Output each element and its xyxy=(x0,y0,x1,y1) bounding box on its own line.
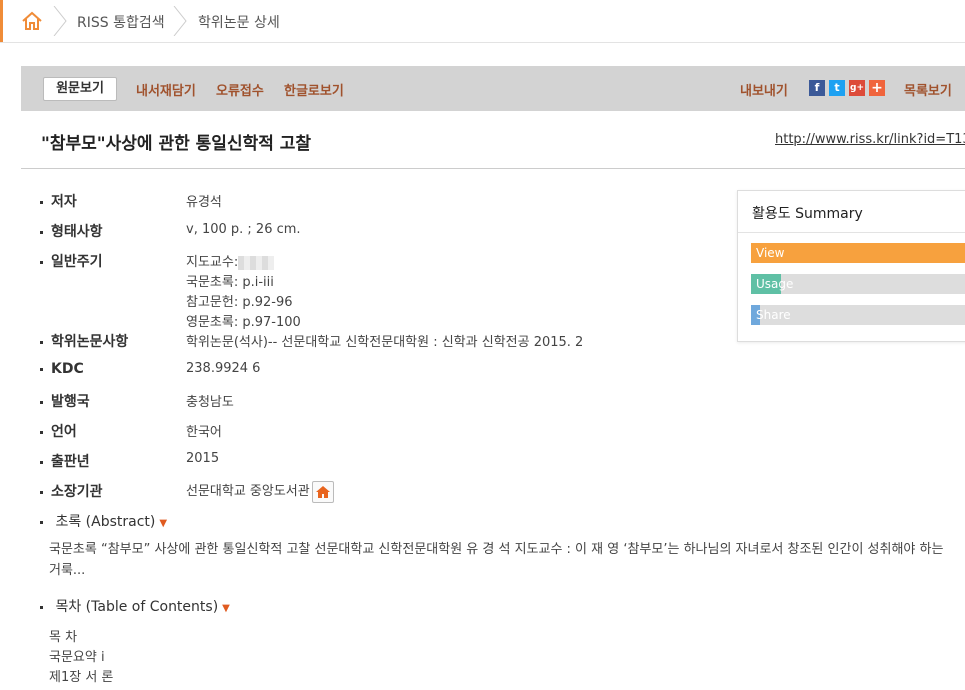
permalink[interactable]: http://www.riss.kr/link?id=T137 xyxy=(775,132,965,147)
holding-home-button[interactable] xyxy=(311,480,334,503)
field-value-format: v, 100 p. ; 26 cm. xyxy=(186,222,301,237)
field-value-language: 한국어 xyxy=(186,425,222,440)
chevron-right-icon xyxy=(173,6,187,36)
field-label-year: 출판년 xyxy=(40,451,90,471)
summary-title: 활용도 Summary xyxy=(752,206,863,222)
report-error-button[interactable]: 오류접수 xyxy=(216,80,264,99)
field-label-kdc: KDC xyxy=(40,361,84,377)
toc-line: 목 차 xyxy=(49,630,78,645)
title-row: "참부모"사상에 관한 통일신학적 고찰 http://www.riss.kr/… xyxy=(21,112,965,169)
divider xyxy=(738,232,965,233)
field-value-author: 유경석 xyxy=(186,195,222,210)
toc-heading-label: 목차 (Table of Contents) xyxy=(55,599,219,615)
caret-down-icon: ▼ xyxy=(222,603,230,614)
note-line: 국문초록: p.i-iii xyxy=(186,275,274,290)
breadcrumb: RISS 통합검색 학위논문 상세 xyxy=(0,0,965,43)
abstract-heading[interactable]: 초록 (Abstract) ▼ xyxy=(40,511,167,531)
field-label-author: 저자 xyxy=(40,191,77,211)
field-value-holding: 선문대학교 중앙도서관 xyxy=(186,480,334,503)
note-line: 영문초록: p.97-100 xyxy=(186,315,301,330)
home-icon xyxy=(22,11,42,30)
field-label-country: 발행국 xyxy=(40,391,90,411)
breadcrumb-item-search[interactable]: RISS 통합검색 xyxy=(77,12,165,32)
share-bar: Share xyxy=(751,305,965,325)
toc-line: 국문요약 i xyxy=(49,650,105,665)
note-line: 지도교수: xyxy=(186,255,239,270)
note-line: 참고문헌: p.92-96 xyxy=(186,295,293,310)
redacted-name xyxy=(238,255,275,270)
field-value-country: 충청남도 xyxy=(186,395,234,410)
view-bar-label: View xyxy=(756,246,785,260)
view-bar: View xyxy=(751,243,965,263)
breadcrumb-item-detail: 학위논문 상세 xyxy=(198,15,280,31)
field-value-note-advisor: 지도교수: xyxy=(186,251,275,270)
export-button[interactable]: 내보내기 xyxy=(740,80,788,99)
field-label-general-note: 일반주기 xyxy=(40,251,103,271)
home-icon xyxy=(315,485,330,498)
home-button[interactable] xyxy=(0,0,59,42)
facebook-icon[interactable]: f xyxy=(809,80,825,96)
field-value-degree: 학위논문(석사)-- 선문대학교 신학전문대학원 : 신학과 신학전공 2015… xyxy=(186,335,584,350)
chevron-right-icon xyxy=(53,6,67,36)
google-plus-icon[interactable]: g+ xyxy=(849,80,865,96)
caret-down-icon: ▼ xyxy=(159,518,168,529)
detail-toolbar: 원문보기 내서재담기 오류접수 한글로보기 내보내기 f t g+ + 목록보기 xyxy=(21,66,965,111)
usage-bar: Usage xyxy=(751,274,965,294)
field-label-holding: 소장기관 xyxy=(40,481,103,501)
save-to-library-button[interactable]: 내서재담기 xyxy=(136,80,196,99)
list-view-button[interactable]: 목록보기 xyxy=(904,80,952,99)
field-label-language: 언어 xyxy=(40,421,77,441)
holding-library: 선문대학교 중앙도서관 xyxy=(186,484,310,499)
field-value-year: 2015 xyxy=(186,451,220,466)
toc-heading[interactable]: 목차 (Table of Contents) ▼ xyxy=(40,596,230,616)
share-bar-label: Share xyxy=(756,308,791,322)
abstract-text: 국문초록 “참부모” 사상에 관한 통일신학적 고찰 선문대학교 신학전문대학원… xyxy=(49,542,944,578)
abstract-heading-label: 초록 (Abstract) xyxy=(55,514,156,530)
toc-line: 제1장 서 론 xyxy=(49,670,114,685)
usage-bar-label: Usage xyxy=(756,277,794,291)
field-label-degree: 학위논문사항 xyxy=(40,331,128,351)
usage-summary-panel: 활용도 Summary View Usage Share xyxy=(737,190,965,342)
more-share-icon[interactable]: + xyxy=(869,80,885,96)
hangul-view-button[interactable]: 한글로보기 xyxy=(284,80,344,99)
view-original-button[interactable]: 원문보기 xyxy=(43,77,117,101)
field-value-kdc: 238.9924 6 xyxy=(186,361,261,376)
field-label-format: 형태사항 xyxy=(40,221,103,241)
twitter-icon[interactable]: t xyxy=(829,80,845,96)
page-title: "참부모"사상에 관한 통일신학적 고찰 xyxy=(41,134,312,154)
